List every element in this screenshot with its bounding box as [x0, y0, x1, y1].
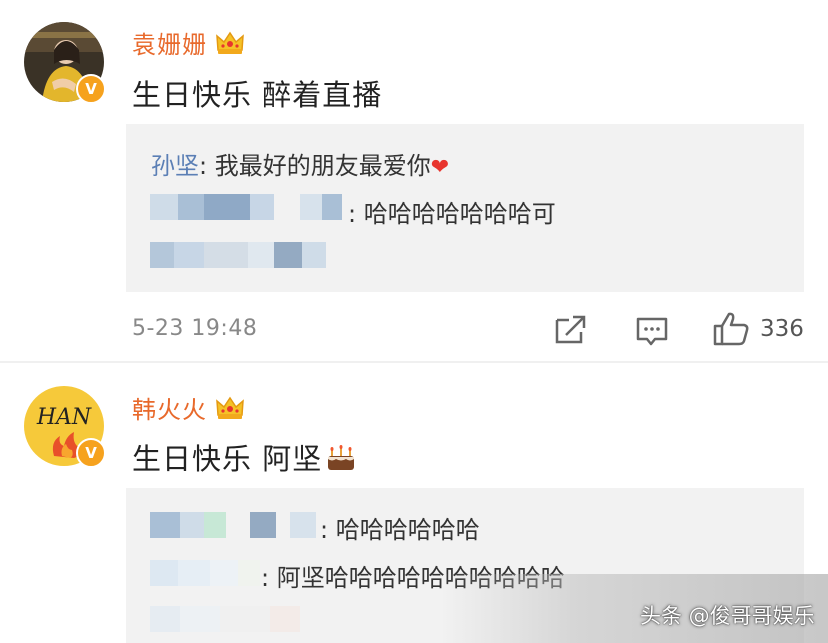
obscured-username [150, 194, 345, 220]
verified-icon: V [76, 74, 106, 104]
comment-text: 生日快乐 醉着直播 [132, 78, 383, 112]
username-text[interactable]: 袁姗姗 [132, 25, 207, 60]
reply-text: 哈哈哈哈哈哈哈可 [363, 200, 556, 228]
watermark: 头条 @俊哥哥娱乐 [640, 604, 815, 628]
reply-separator: : [320, 516, 336, 544]
avatar[interactable]: HAN V [24, 386, 106, 468]
comment-icon[interactable] [634, 313, 670, 349]
forward-icon[interactable] [553, 312, 589, 348]
divider [0, 361, 828, 363]
reply-username[interactable]: 孙坚 [151, 152, 199, 180]
obscured-username [150, 560, 260, 586]
username[interactable]: 韩火火 [132, 390, 245, 425]
reply-item[interactable]: : 哈哈哈哈哈哈 [320, 510, 480, 545]
avatar-text: HAN [36, 405, 92, 430]
comment-text: 生日快乐 阿坚 [132, 436, 356, 478]
crown-icon [216, 31, 244, 54]
reply-separator: : [348, 200, 364, 228]
reply-item[interactable]: 孙坚: 我最好的朋友最爱你❤ [151, 146, 449, 181]
username[interactable]: 袁姗姗 [132, 25, 245, 60]
reply-separator: : [261, 564, 277, 592]
like-icon[interactable] [712, 310, 750, 348]
like-count: 336 [760, 316, 804, 342]
reply-box[interactable]: 孙坚: 我最好的朋友最爱你❤ : 哈哈哈哈哈哈哈可 [126, 124, 804, 292]
obscured-more-replies [150, 242, 326, 268]
obscured-more-replies [150, 606, 300, 632]
reply-text: 哈哈哈哈哈哈 [335, 516, 480, 544]
reply-item[interactable]: : 哈哈哈哈哈哈哈可 [348, 194, 556, 229]
reply-separator: : [199, 152, 215, 180]
avatar[interactable]: V [24, 22, 106, 104]
comment-text-content: 生日快乐 阿坚 [132, 442, 323, 476]
verified-icon: V [76, 438, 106, 468]
comment-item: V 袁姗姗 生日快乐 醉着直播 孙坚: 我最好的朋友最爱你❤ : 哈哈哈哈哈哈哈… [0, 0, 828, 362]
crown-icon [216, 396, 244, 419]
timestamp: 5-23 19:48 [132, 316, 258, 341]
cake-icon [328, 445, 355, 470]
username-text[interactable]: 韩火火 [132, 390, 207, 425]
heart-icon: ❤ [430, 155, 450, 180]
reply-text: 我最好的朋友最爱你 [214, 152, 431, 180]
obscured-username [150, 512, 318, 538]
